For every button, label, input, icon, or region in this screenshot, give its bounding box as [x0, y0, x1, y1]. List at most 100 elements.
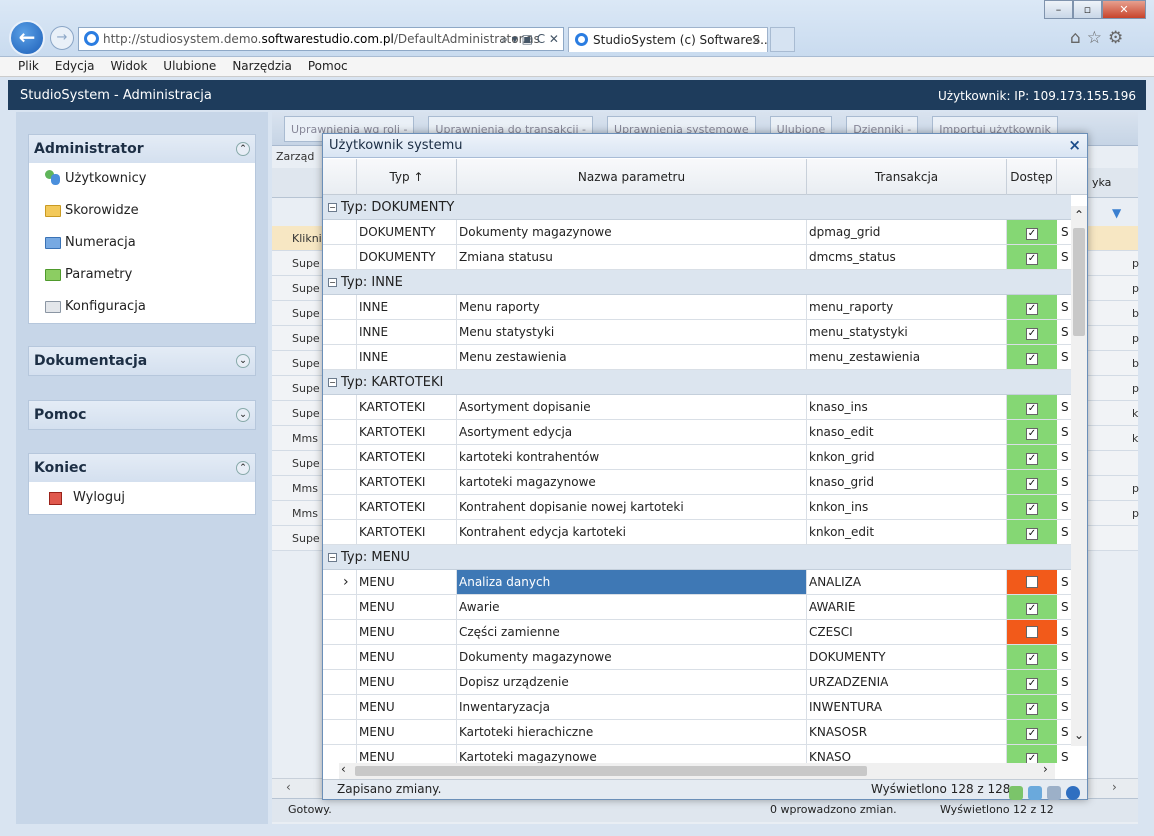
sidebar-item-konfiguracja[interactable]: Konfiguracja: [29, 291, 255, 323]
access-checkbox[interactable]: ✓: [1026, 728, 1038, 740]
access-checkbox[interactable]: ✓: [1026, 453, 1038, 465]
table-row[interactable]: INNE Menu raporty menu_raporty ✓ S: [323, 295, 1071, 320]
table-row[interactable]: MENU Dopisz urządzenie URZADZENIA ✓ S: [323, 670, 1071, 695]
sidebar-item-skorowidze[interactable]: Skorowidze: [29, 195, 255, 227]
table-row[interactable]: DOKUMENTY Zmiana statusu dmcms_status ✓ S: [323, 245, 1071, 270]
collapse-minus-icon[interactable]: −: [328, 553, 337, 562]
refresh-icon[interactable]: [1009, 785, 1023, 800]
table-row[interactable]: INNE Menu statystyki menu_statystyki ✓ S: [323, 320, 1071, 345]
expand-down-icon[interactable]: ⌄: [236, 408, 250, 422]
menu-pomoc[interactable]: Pomoc: [300, 57, 356, 76]
gear-icon[interactable]: ⚙: [1108, 28, 1129, 48]
table-row[interactable]: KARTOTEKI Kontrahent edycja kartoteki knko…: [323, 520, 1071, 545]
sidebar-item-numeracja[interactable]: Numeracja: [29, 227, 255, 259]
export-icon[interactable]: [1028, 785, 1042, 800]
access-checkbox[interactable]: ✓: [1026, 228, 1038, 240]
table-row[interactable]: MENU Kartoteki hierachiczne KNASOSR ✓ S: [323, 720, 1071, 745]
maximize-icon[interactable]: ▫: [1073, 0, 1102, 19]
access-checkbox[interactable]: [1026, 626, 1038, 638]
table-row[interactable]: MENU Inwentaryzacja INWENTURA ✓ S: [323, 695, 1071, 720]
sidebar-item-parametry[interactable]: Parametry: [29, 259, 255, 291]
column-typ[interactable]: Typ ↑: [357, 159, 457, 195]
close-window-icon[interactable]: ✕: [1102, 0, 1146, 19]
table-row[interactable]: KARTOTEKI Kontrahent dopisanie nowej kart…: [323, 495, 1071, 520]
dialog-close-icon[interactable]: ×: [1068, 134, 1081, 157]
help-icon[interactable]: [1066, 785, 1080, 800]
forward-arrow-icon[interactable]: →: [50, 26, 74, 50]
menu-narzedzia[interactable]: Narzędzia: [224, 57, 300, 76]
collapse-up-icon[interactable]: ⌃: [236, 142, 250, 156]
menu-edycja[interactable]: Edycja: [47, 57, 103, 76]
table-row[interactable]: KARTOTEKI Asortyment dopisanie knaso_ins ✓ S: [323, 395, 1071, 420]
access-checkbox[interactable]: ✓: [1026, 353, 1038, 365]
table-row[interactable]: MENUAnaliza danychANALIZA S: [323, 570, 1071, 595]
filter-icon[interactable]: ▼: [1112, 206, 1121, 220]
table-row[interactable]: MENU Kartoteki magazynowe KNASO ✓ S: [323, 745, 1071, 763]
scroll-right-icon[interactable]: ›: [1043, 762, 1048, 776]
star-icon[interactable]: ☆: [1087, 28, 1108, 48]
collapse-up-icon[interactable]: ⌃: [236, 461, 250, 475]
access-checkbox[interactable]: ✓: [1026, 478, 1038, 490]
access-checkbox[interactable]: ✓: [1026, 703, 1038, 715]
vertical-scroll-thumb[interactable]: [1073, 228, 1085, 336]
access-checkbox[interactable]: ✓: [1026, 253, 1038, 265]
group-header-administrator[interactable]: Administrator ⌃: [29, 135, 255, 163]
home-icon[interactable]: ⌂: [1070, 28, 1087, 48]
scroll-left-icon[interactable]: ‹: [286, 780, 291, 794]
scroll-left-icon[interactable]: ‹: [341, 762, 346, 776]
access-checkbox[interactable]: ✓: [1026, 678, 1038, 690]
sidebar-item-uzytkownicy[interactable]: Użytkownicy: [29, 163, 255, 195]
horizontal-scrollbar[interactable]: ‹ ›: [339, 762, 1055, 779]
group-header-dokumentacja[interactable]: Dokumentacja ⌄: [29, 347, 255, 375]
group-row[interactable]: − Typ: MENU: [323, 545, 1071, 570]
table-row[interactable]: MENU Dokumenty magazynowe DOKUMENTY ✓ S: [323, 645, 1071, 670]
access-checkbox[interactable]: ✓: [1026, 403, 1038, 415]
tab-close-icon[interactable]: ×: [751, 28, 761, 52]
expand-down-icon[interactable]: ⌄: [236, 354, 250, 368]
scroll-right-icon[interactable]: ›: [1112, 780, 1117, 794]
browser-tab[interactable]: StudioSystem (c) SoftwareS... ×: [568, 27, 768, 52]
sidebar-item-wyloguj[interactable]: Wyloguj: [29, 482, 255, 514]
column-transakcja[interactable]: Transakcja: [807, 159, 1007, 195]
access-checkbox[interactable]: ✓: [1026, 428, 1038, 440]
menu-plik[interactable]: Plik: [0, 57, 47, 76]
access-checkbox[interactable]: ✓: [1026, 653, 1038, 665]
access-checkbox[interactable]: ✓: [1026, 753, 1038, 763]
group-row[interactable]: − Typ: DOKUMENTY: [323, 195, 1071, 220]
scroll-up-icon[interactable]: ⌃: [1074, 208, 1084, 222]
table-row[interactable]: KARTOTEKI kartoteki magazynowe knaso_grid ✓…: [323, 470, 1071, 495]
minimize-icon[interactable]: –: [1044, 0, 1073, 19]
access-checkbox[interactable]: ✓: [1026, 603, 1038, 615]
collapse-minus-icon[interactable]: −: [328, 203, 337, 212]
table-row[interactable]: KARTOTEKI kartoteki kontrahentów knkon_gri…: [323, 445, 1071, 470]
access-checkbox[interactable]: ✓: [1026, 328, 1038, 340]
collapse-minus-icon[interactable]: −: [328, 378, 337, 387]
access-checkbox[interactable]: [1026, 576, 1038, 588]
address-tools-icon[interactable]: ⌕ ▾ ▣ C ✕: [501, 28, 559, 50]
address-bar[interactable]: http://studiosystem.demo.softwarestudio.…: [78, 27, 564, 51]
table-row[interactable]: MENU Części zamienne CZESCI S: [323, 620, 1071, 645]
table-row[interactable]: INNE Menu zestawienia menu_zestawienia ✓ S: [323, 345, 1071, 370]
collapse-minus-icon[interactable]: −: [328, 278, 337, 287]
table-row[interactable]: MENU Awarie AWARIE ✓ S: [323, 595, 1071, 620]
table-row[interactable]: DOKUMENTY Dokumenty magazynowe dpmag_grid ✓…: [323, 220, 1071, 245]
menu-widok[interactable]: Widok: [102, 57, 155, 76]
group-header-pomoc[interactable]: Pomoc ⌄: [29, 401, 255, 429]
horizontal-scroll-thumb[interactable]: [355, 766, 867, 776]
column-nazwa[interactable]: Nazwa parametru: [457, 159, 807, 195]
print-icon[interactable]: [1047, 785, 1061, 800]
vertical-scrollbar[interactable]: ⌃ ⌄: [1071, 206, 1087, 746]
access-checkbox[interactable]: ✓: [1026, 528, 1038, 540]
menu-ulubione[interactable]: Ulubione: [155, 57, 224, 76]
access-checkbox[interactable]: ✓: [1026, 303, 1038, 315]
new-tab-button[interactable]: [770, 27, 795, 52]
column-dostep[interactable]: Dostęp: [1007, 159, 1057, 195]
group-row[interactable]: − Typ: INNE: [323, 270, 1071, 295]
group-header-koniec[interactable]: Koniec ⌃: [29, 454, 255, 482]
cell-transakcja: DOKUMENTY: [807, 645, 1007, 669]
access-checkbox[interactable]: ✓: [1026, 503, 1038, 515]
table-row[interactable]: KARTOTEKI Asortyment edycja knaso_edit ✓ S: [323, 420, 1071, 445]
back-arrow-icon[interactable]: ←: [9, 20, 45, 56]
group-row[interactable]: − Typ: KARTOTEKI: [323, 370, 1071, 395]
scroll-down-icon[interactable]: ⌄: [1074, 728, 1084, 742]
